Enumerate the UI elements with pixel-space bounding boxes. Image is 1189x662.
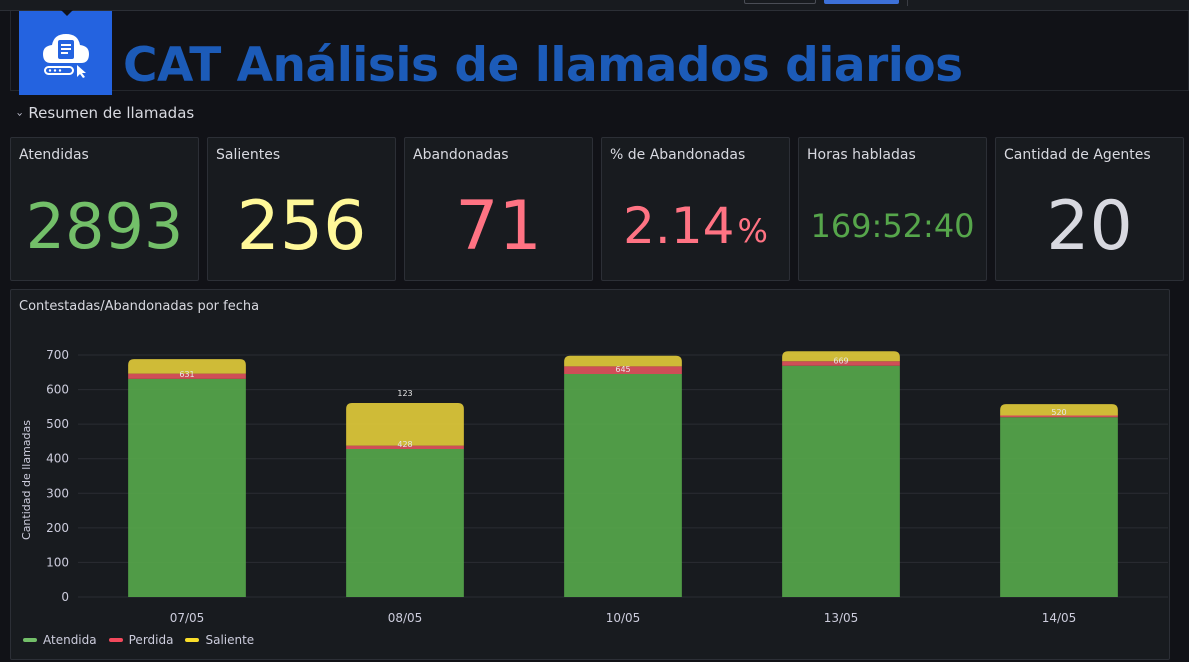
row-toggle-resumen[interactable]: › Resumen de llamadas xyxy=(14,102,195,124)
x-tick-label: 08/05 xyxy=(388,611,423,625)
stat-value-wrap: 2.14 % xyxy=(602,178,789,274)
stat-panel-abandonadas[interactable]: Abandonadas 71 xyxy=(404,137,593,281)
y-tick-label: 200 xyxy=(46,521,69,535)
bar-segment-atendida xyxy=(128,378,246,597)
stat-value-wrap: 169:52:40 xyxy=(799,178,986,274)
stat-value: 20 xyxy=(1046,186,1133,266)
stat-value-wrap: 71 xyxy=(405,178,592,274)
stat-panel-porcentaje-abandonadas[interactable]: % de Abandonadas 2.14 % xyxy=(601,137,790,281)
bar-layer xyxy=(128,351,1118,597)
stat-label: Cantidad de Agentes xyxy=(1004,147,1151,163)
bar-value-label: 428 xyxy=(397,440,412,449)
y-tick-label: 700 xyxy=(46,348,69,362)
y-tick-label: 500 xyxy=(46,417,69,431)
top-navbar xyxy=(0,0,1189,11)
y-tick-label: 600 xyxy=(46,383,69,397)
x-tick-label: 07/05 xyxy=(170,611,205,625)
stat-label: Horas habladas xyxy=(807,147,916,163)
y-axis-label: Cantidad de llamadas xyxy=(20,420,33,540)
y-tick-label: 400 xyxy=(46,452,69,466)
stat-value-wrap: 256 xyxy=(208,178,395,274)
row-title: Resumen de llamadas xyxy=(28,104,195,122)
x-tick-label: 10/05 xyxy=(606,611,641,625)
bar-segment-atendida xyxy=(1000,417,1118,597)
stat-value: 2893 xyxy=(25,189,184,263)
stacked-bar-chart: 0 100 200 300 400 500 600 700 Cantidad de llamad… xyxy=(20,348,1168,625)
legend-item-saliente[interactable]: Saliente xyxy=(185,633,254,647)
bar-value-label: 631 xyxy=(179,370,194,379)
cloud-document-icon xyxy=(43,34,89,78)
legend-swatch xyxy=(23,638,37,642)
stat-label: Atendidas xyxy=(19,147,89,163)
legend-item-perdida[interactable]: Perdida xyxy=(108,633,174,647)
stat-value: 71 xyxy=(455,186,542,266)
bar-value-label: 520 xyxy=(1051,408,1066,417)
legend-item-atendida[interactable]: Atendida xyxy=(23,633,97,647)
stat-value: 256 xyxy=(236,186,367,266)
legend-label: Saliente xyxy=(205,633,255,647)
bar-segment-atendida xyxy=(782,365,900,597)
bar-value-label: 645 xyxy=(615,365,630,374)
toolbar-divider xyxy=(907,0,908,6)
stat-label: % de Abandonadas xyxy=(610,147,746,163)
chevron-down-icon: › xyxy=(13,111,27,117)
x-tick-label: 13/05 xyxy=(824,611,859,625)
stat-value: 169:52:40 xyxy=(810,207,975,245)
stat-label: Salientes xyxy=(216,147,281,163)
y-tick-label: 0 xyxy=(61,590,69,604)
toolbar-primary-button[interactable] xyxy=(824,0,899,4)
stat-label: Abandonadas xyxy=(413,147,509,163)
toolbar-button[interactable] xyxy=(744,0,816,4)
bar-value-label: 669 xyxy=(833,357,848,366)
bar-segment-atendida xyxy=(346,449,464,597)
stat-panel-atendidas[interactable]: Atendidas 2893 xyxy=(10,137,199,281)
logo xyxy=(19,10,112,95)
chart-legend: Atendida Perdida Saliente xyxy=(23,633,254,647)
legend-swatch xyxy=(185,638,200,642)
logo-notch xyxy=(61,10,73,16)
dashboard-title: CAT Análisis de llamados diarios xyxy=(123,38,963,93)
y-tick-label: 300 xyxy=(46,486,69,500)
legend-label: Perdida xyxy=(128,633,174,647)
legend-label: Atendida xyxy=(43,633,97,647)
stat-value-wrap: 2893 xyxy=(11,178,198,274)
stat-unit: % xyxy=(737,212,768,250)
stat-panel-salientes[interactable]: Salientes 256 xyxy=(207,137,396,281)
bar-value-label: 123 xyxy=(397,389,412,398)
y-tick-label: 100 xyxy=(46,555,69,569)
stat-panel-horas-habladas[interactable]: Horas habladas 169:52:40 xyxy=(798,137,987,281)
stat-value: 2.14 xyxy=(623,197,735,255)
bar-segment-atendida xyxy=(564,374,682,597)
chart-panel[interactable]: Contestadas/Abandonadas por fecha 0 100 20… xyxy=(10,289,1170,660)
x-tick-label: 14/05 xyxy=(1042,611,1077,625)
stat-panel-cantidad-agentes[interactable]: Cantidad de Agentes 20 xyxy=(995,137,1184,281)
stat-value-wrap: 20 xyxy=(996,178,1183,274)
legend-swatch xyxy=(108,638,123,642)
